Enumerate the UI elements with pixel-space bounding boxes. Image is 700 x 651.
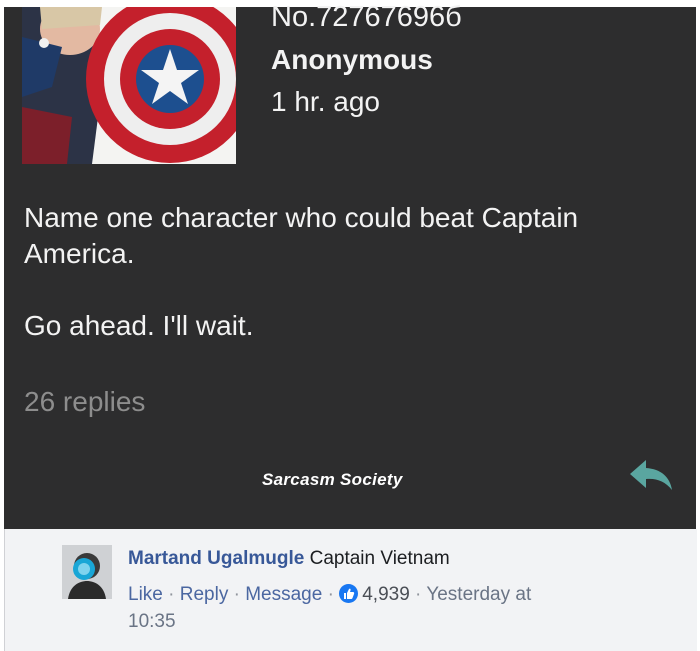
post-timestamp: 1 hr. ago — [271, 86, 380, 117]
post-number: No.72767696б — [271, 1, 462, 33]
comment-actions: Like · Reply · Message · 4,939 · Yesterd… — [128, 582, 531, 608]
captain-america-shield-icon — [22, 7, 236, 164]
post-body: Name one character who could beat Captai… — [24, 200, 674, 344]
like-thumb-icon[interactable] — [339, 584, 359, 603]
separator: · — [327, 584, 340, 605]
reaction-count[interactable]: 4,939 — [362, 584, 410, 605]
comment-content: Martand Ugalmugle Captain Vietnam — [128, 548, 450, 570]
post-text-question: Name one character who could beat Captai… — [24, 202, 579, 269]
commenter-name[interactable]: Martand Ugalmugle — [128, 548, 304, 569]
watermark-text: Sarcasm Society — [262, 470, 403, 489]
separator: · — [168, 584, 180, 605]
post-text-followup: Go ahead. I'll wait. — [24, 310, 254, 341]
share-arrow-icon[interactable] — [628, 457, 674, 493]
post-thumbnail[interactable] — [22, 7, 236, 164]
like-link[interactable]: Like — [128, 584, 163, 605]
avatar[interactable] — [62, 545, 112, 599]
comment-time-prefix: Yesterday at — [426, 584, 532, 605]
separator: · — [415, 584, 427, 605]
comment-text: Captain Vietnam — [309, 548, 450, 569]
reply-link[interactable]: Reply — [180, 584, 229, 605]
replies-count[interactable]: 26 replies — [24, 386, 145, 418]
post-author[interactable]: Anonymous — [271, 44, 433, 76]
avatar-icon — [62, 545, 112, 599]
message-link[interactable]: Message — [245, 584, 322, 605]
comment-time: 10:35 — [128, 611, 176, 632]
separator: · — [233, 584, 246, 605]
